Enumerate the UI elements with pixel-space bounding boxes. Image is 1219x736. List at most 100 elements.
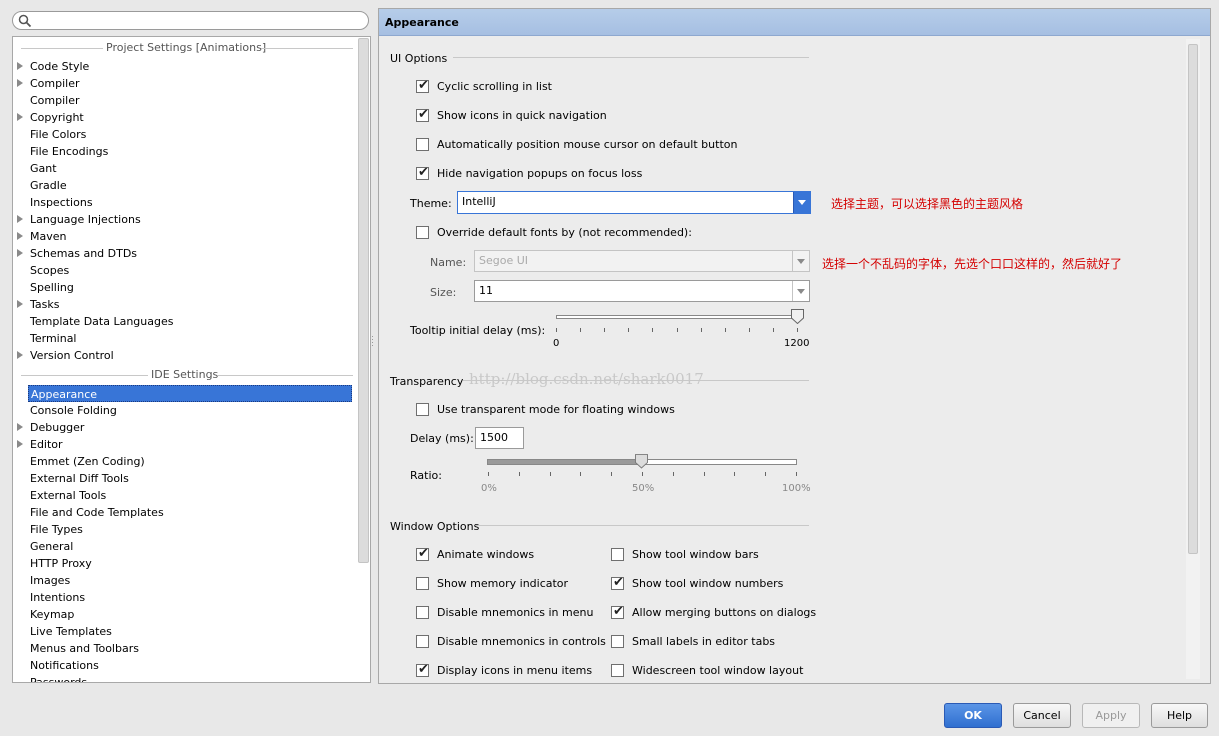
tree-item-label: Maven [30, 230, 67, 243]
tree-item[interactable]: Terminal [30, 330, 77, 347]
checkbox-box[interactable]: ✔ [416, 663, 429, 677]
tree-item-label: Version Control [30, 349, 114, 362]
expand-arrow-icon[interactable] [17, 440, 23, 448]
tree-item[interactable]: File Encodings [30, 143, 108, 160]
tooltip-delay-slider-track[interactable] [556, 315, 799, 319]
expand-arrow-icon[interactable] [17, 249, 23, 257]
help-button[interactable]: Help [1151, 703, 1208, 728]
tree-item[interactable]: File Colors [30, 126, 86, 143]
checkbox-box[interactable]: ✔ [611, 576, 624, 590]
tree-item[interactable]: Images [30, 572, 70, 589]
tree-item[interactable]: Gradle [30, 177, 67, 194]
panel-scrollbar[interactable] [1188, 44, 1198, 554]
checkbox-box[interactable]: ✔ [611, 605, 624, 619]
expand-arrow-icon[interactable] [17, 62, 23, 70]
slider-tick [518, 472, 520, 476]
chevron-down-icon[interactable] [792, 251, 809, 271]
tree-item[interactable]: Console Folding [30, 402, 117, 419]
checkbox-box[interactable]: ✔ [416, 108, 429, 122]
watermark-text: http://blog.csdn.net/shark0017 [469, 370, 704, 388]
splitter-handle[interactable] [371, 334, 374, 352]
checkbox-box[interactable] [416, 635, 429, 648]
tree-item[interactable]: Schemas and DTDs [17, 245, 137, 262]
checkbox-label: Override default fonts by (not recommend… [437, 226, 692, 239]
tree-item[interactable]: Scopes [30, 262, 69, 279]
tree-item[interactable]: Notifications [30, 657, 99, 674]
tree-item[interactable]: Menus and Toolbars [30, 640, 139, 657]
expand-arrow-icon[interactable] [17, 79, 23, 87]
apply-button[interactable]: Apply [1082, 703, 1140, 728]
tree-item[interactable]: File and Code Templates [30, 504, 164, 521]
tree-item[interactable]: General [30, 538, 73, 555]
checkbox-label: Show icons in quick navigation [437, 109, 607, 122]
tree-item[interactable]: Debugger [17, 419, 84, 436]
checkbox-box[interactable]: ✔ [416, 547, 429, 561]
tree-item[interactable]: File Types [30, 521, 83, 538]
checkbox-box[interactable] [611, 548, 624, 561]
tree-item[interactable]: Spelling [30, 279, 74, 296]
tree-item[interactable]: Appearance [28, 385, 352, 402]
tree-item[interactable]: Inspections [30, 194, 93, 211]
ide-settings-heading: IDE Settings [151, 368, 219, 381]
expand-arrow-icon[interactable] [17, 300, 23, 308]
tree-item[interactable]: Compiler [17, 75, 80, 92]
tree-item[interactable]: Emmet (Zen Coding) [30, 453, 145, 470]
tree-item[interactable]: Passwords [30, 674, 87, 682]
tree-item-label: Editor [30, 438, 63, 451]
tree-item[interactable]: HTTP Proxy [30, 555, 92, 572]
ok-button[interactable]: OK [944, 703, 1002, 728]
tree-item[interactable]: Compiler [30, 92, 80, 109]
cancel-button[interactable]: Cancel [1013, 703, 1071, 728]
tree-item[interactable]: Code Style [17, 58, 89, 75]
font-size-select[interactable]: 11 [474, 280, 810, 302]
tree-item[interactable]: Live Templates [30, 623, 112, 640]
tree-item[interactable]: Version Control [17, 347, 114, 364]
slider-tick [611, 472, 613, 476]
expand-arrow-icon[interactable] [17, 423, 23, 431]
tree-item[interactable]: Copyright [17, 109, 84, 126]
tree-item-label: Appearance [31, 388, 98, 401]
checkbox-box[interactable] [416, 138, 429, 151]
expand-arrow-icon[interactable] [17, 351, 23, 359]
tree-item[interactable]: Maven [17, 228, 67, 245]
checkbox-box[interactable] [611, 635, 624, 648]
ratio-slider-thumb[interactable] [635, 454, 648, 469]
theme-select[interactable]: IntelliJ [457, 191, 811, 214]
settings-search-input[interactable] [12, 11, 369, 30]
checkbox-box[interactable] [416, 606, 429, 619]
tree-item[interactable]: Editor [17, 436, 63, 453]
chevron-down-icon[interactable] [793, 192, 810, 213]
checkbox-box[interactable]: ✔ [416, 165, 429, 180]
tree-item[interactable]: Tasks [17, 296, 59, 313]
expand-arrow-icon[interactable] [17, 232, 23, 240]
slider-tick [724, 328, 726, 332]
tree-item[interactable]: Keymap [30, 606, 74, 623]
checkbox-box[interactable] [416, 577, 429, 590]
checkbox-box[interactable] [611, 664, 624, 677]
tree-item[interactable]: Template Data Languages [30, 313, 173, 330]
checkmark-icon: ✔ [418, 165, 429, 180]
tree-item[interactable]: External Tools [30, 487, 106, 504]
tooltip-delay-slider-thumb[interactable] [791, 309, 804, 324]
chevron-down-icon[interactable] [792, 281, 809, 301]
tree-item[interactable]: Language Injections [17, 211, 141, 228]
checkbox-box[interactable]: ✔ [416, 79, 429, 93]
tree-item[interactable]: External Diff Tools [30, 470, 129, 487]
delay-input[interactable]: 1500 [475, 427, 524, 449]
settings-tree[interactable]: Project Settings [Animations] Code Style… [12, 36, 371, 683]
tree-scrollbar[interactable] [358, 38, 369, 563]
checkbox-box[interactable] [416, 403, 429, 416]
ratio-tick-label: 50% [632, 483, 655, 494]
theme-label: Theme: [410, 197, 452, 210]
font-name-select[interactable]: Segoe UI [474, 250, 810, 272]
tree-item[interactable]: Gant [30, 160, 57, 177]
tree-item-label: Spelling [30, 281, 74, 294]
slider-tick [676, 328, 678, 332]
expand-arrow-icon[interactable] [17, 113, 23, 121]
tree-item-label: Gradle [30, 179, 67, 192]
slider-tick [772, 328, 774, 332]
expand-arrow-icon[interactable] [17, 215, 23, 223]
tree-item[interactable]: Intentions [30, 589, 85, 606]
checkbox-box[interactable] [416, 226, 429, 239]
project-settings-heading: Project Settings [Animations] [106, 41, 267, 54]
